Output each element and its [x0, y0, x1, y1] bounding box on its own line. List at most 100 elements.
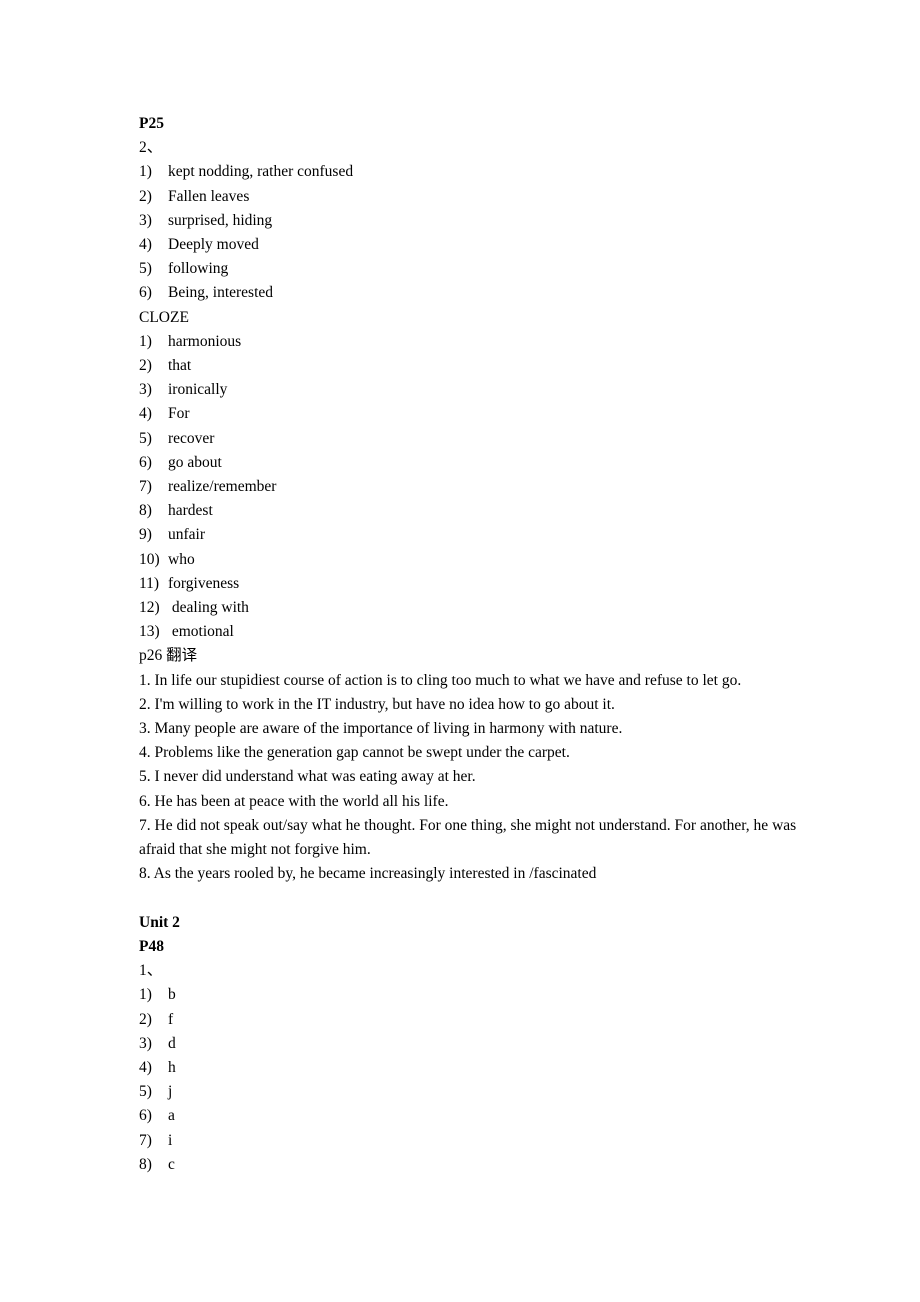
- list-marker: 4): [139, 236, 152, 254]
- list-marker: 6): [139, 1107, 152, 1125]
- list-item: 8) hardest: [139, 499, 840, 523]
- list-text: For: [168, 405, 190, 423]
- exercise-number-p48: 1、: [139, 962, 163, 980]
- list-marker: 10): [139, 550, 160, 568]
- list-text: kept nodding, rather confused: [168, 163, 354, 181]
- translation-sentence: 1. In life our stupidiest course of acti…: [139, 671, 742, 689]
- exercise-number-p25: 2、: [139, 139, 163, 157]
- list-item: 5) recover: [139, 427, 840, 451]
- list-marker: 7): [139, 1131, 152, 1149]
- list-text: realize/remember: [168, 478, 277, 496]
- page-heading-p48: P48: [139, 937, 164, 955]
- list-text: recover: [168, 429, 215, 447]
- list-marker: 8): [139, 1155, 152, 1173]
- list-text: who: [168, 550, 195, 568]
- list-item: 5) following: [139, 257, 840, 281]
- list-item: 7) i: [139, 1129, 840, 1153]
- list-text: that: [168, 357, 192, 375]
- list-marker: 2): [139, 1010, 152, 1028]
- list-text: f: [168, 1010, 174, 1028]
- list-marker: 1): [139, 986, 152, 1004]
- document-page: P25 2、 1) kept nodding, rather confused …: [0, 0, 920, 1302]
- list-item: 10) who: [139, 548, 840, 572]
- translation-sentence: 3. Many people are aware of the importan…: [139, 720, 623, 738]
- list-item: 1) b: [139, 983, 840, 1007]
- list-item: 9) unfair: [139, 523, 840, 547]
- list-item: 8) c: [139, 1153, 840, 1177]
- list-text: d: [168, 1034, 176, 1052]
- list-item: 1) kept nodding, rather confused: [139, 160, 840, 184]
- list-text: b: [168, 986, 176, 1004]
- list-marker: 3): [139, 381, 152, 399]
- list-marker: 6): [139, 453, 152, 471]
- section-cloze: CLOZE 1) harmonious 2) that 3) ironicall…: [139, 306, 840, 645]
- list-item: 2) f: [139, 1008, 840, 1032]
- list-item: 3) ironically: [139, 378, 840, 402]
- list-text: a: [168, 1107, 175, 1125]
- list-marker: 2): [139, 187, 152, 205]
- page-heading-p25: P25: [139, 115, 164, 132]
- list-marker: 11): [139, 574, 160, 592]
- list-item: 6) go about: [139, 451, 840, 475]
- translation-sentence: 6. He has been at peace with the world a…: [139, 792, 449, 810]
- list-marker: 7): [139, 478, 152, 496]
- list-item: 3) d: [139, 1032, 840, 1056]
- list-text: hardest: [168, 502, 213, 520]
- list-text: harmonious: [168, 332, 242, 350]
- list-text: Being, interested: [168, 284, 274, 302]
- list-text: go about: [168, 453, 222, 471]
- translation-sentence: 5. I never did understand what was eatin…: [139, 768, 476, 786]
- section-p25: P25 2、 1) kept nodding, rather confused …: [139, 112, 840, 306]
- list-text: Deeply moved: [168, 236, 259, 254]
- list-marker: 4): [139, 405, 152, 423]
- translation-sentence: 7. He did not speak out/say what he thou…: [139, 816, 801, 859]
- list-marker: 5): [139, 429, 152, 447]
- list-marker: 5): [139, 260, 152, 278]
- list-item: 5) j: [139, 1080, 840, 1104]
- list-text: following: [168, 260, 229, 278]
- section-p26-translation: p26 翻译 1. In life our stupidiest course …: [139, 644, 840, 886]
- translation-sentence: 4. Problems like the generation gap cann…: [139, 744, 570, 762]
- list-item: 11) forgiveness: [139, 572, 840, 596]
- list-text: Fallen leaves: [168, 187, 250, 205]
- list-text: ironically: [168, 381, 228, 399]
- list-item: 1) harmonious: [139, 330, 840, 354]
- list-item: 4) For: [139, 402, 840, 426]
- list-marker: 1): [139, 332, 152, 350]
- list-marker: 4): [139, 1058, 152, 1076]
- list-text: surprised, hiding: [168, 211, 273, 229]
- list-item: 4) Deeply moved: [139, 233, 840, 257]
- list-item: 12) dealing with: [139, 596, 840, 620]
- list-text: unfair: [168, 526, 206, 544]
- list-marker: 2): [139, 357, 152, 375]
- list-text: j: [168, 1083, 173, 1101]
- list-item: 7) realize/remember: [139, 475, 840, 499]
- list-item: 6) a: [139, 1104, 840, 1128]
- list-marker: 1): [139, 163, 152, 181]
- section-unit2: Unit 2 P48 1、 1) b 2) f 3) d 4) h 5) j 6…: [139, 911, 840, 1177]
- cloze-heading: CLOZE: [139, 308, 189, 326]
- list-text: c: [168, 1155, 175, 1173]
- translation-sentence: 2. I'm willing to work in the IT industr…: [139, 695, 615, 713]
- list-item: 2) that: [139, 354, 840, 378]
- list-marker: 5): [139, 1083, 152, 1101]
- list-marker: 3): [139, 1034, 152, 1052]
- list-text: i: [168, 1131, 173, 1149]
- list-marker: 13): [139, 623, 160, 641]
- list-marker: 3): [139, 211, 152, 229]
- translation-sentence: 8. As the years rooled by, he became inc…: [139, 865, 597, 883]
- list-marker: 9): [139, 526, 152, 544]
- list-item: 2) Fallen leaves: [139, 185, 840, 209]
- list-marker: 8): [139, 502, 152, 520]
- translation-heading: p26 翻译: [139, 647, 198, 665]
- list-item: 13) emotional: [139, 620, 840, 644]
- list-text: forgiveness: [168, 574, 240, 592]
- list-text: emotional: [168, 623, 234, 641]
- list-text: dealing with: [168, 599, 249, 617]
- list-text: h: [168, 1058, 176, 1076]
- list-item: 6) Being, interested: [139, 281, 840, 305]
- list-item: 3) surprised, hiding: [139, 209, 840, 233]
- list-item: 4) h: [139, 1056, 840, 1080]
- unit-title: Unit 2: [139, 913, 180, 931]
